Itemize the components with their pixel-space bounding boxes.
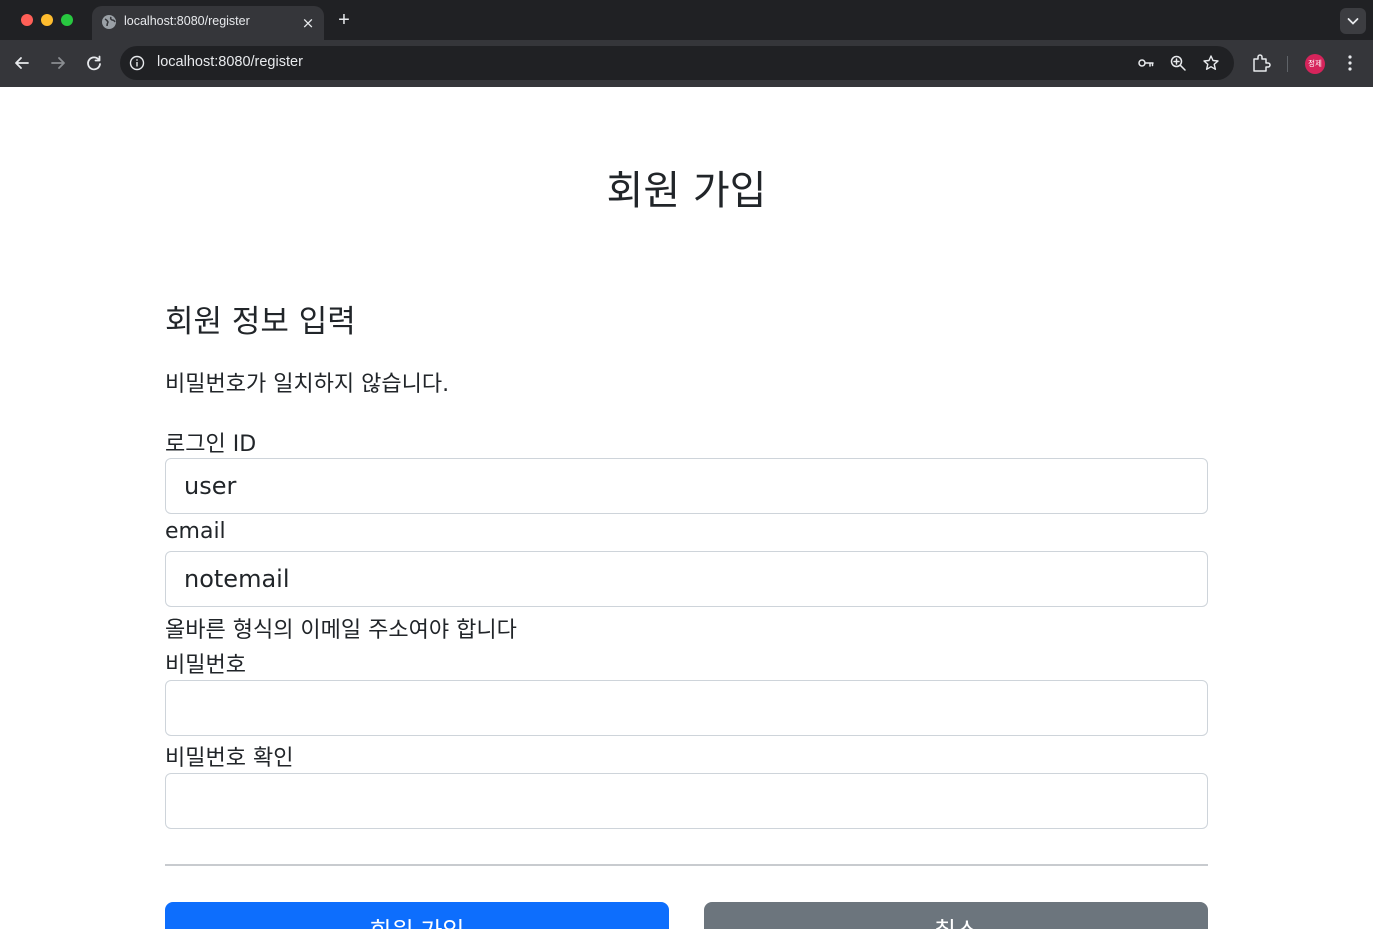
browser-tab[interactable]: localhost:8080/register × — [92, 6, 324, 40]
password-label: 비밀번호 — [165, 653, 246, 678]
extensions-puzzle-icon[interactable] — [1250, 52, 1272, 74]
cancel-button[interactable]: 취소 — [704, 902, 1208, 929]
browser-toolbar: localhost:8080/register 정제 — [0, 40, 1373, 87]
maximize-window-button[interactable] — [61, 14, 73, 26]
email-error-message: 올바른 형식의 이메일 주소여야 합니다 — [165, 618, 517, 643]
form-divider — [165, 864, 1208, 866]
password-confirm-label: 비밀번호 확인 — [165, 746, 294, 771]
password-input[interactable] — [165, 680, 1208, 736]
more-vertical-icon[interactable] — [1339, 52, 1361, 74]
reload-icon[interactable] — [81, 50, 107, 76]
tab-title: localhost:8080/register — [124, 14, 250, 28]
site-info-icon[interactable] — [129, 55, 145, 71]
bookmark-star-icon[interactable] — [1202, 54, 1220, 72]
url-text: localhost:8080/register — [157, 54, 303, 70]
back-arrow-icon[interactable] — [9, 50, 35, 76]
submit-register-button[interactable]: 회원 가입 — [165, 902, 669, 929]
toolbar-divider — [1287, 56, 1288, 72]
browser-tab-bar: localhost:8080/register × + — [0, 0, 1373, 40]
new-tab-button[interactable]: + — [334, 8, 354, 32]
email-input[interactable] — [165, 551, 1208, 607]
forward-arrow-icon[interactable] — [45, 50, 71, 76]
section-title: 회원 정보 입력 — [165, 304, 356, 340]
close-window-button[interactable] — [21, 14, 33, 26]
address-bar[interactable]: localhost:8080/register — [120, 46, 1234, 80]
email-label: email — [165, 519, 226, 544]
tab-search-button[interactable] — [1340, 8, 1366, 34]
globe-icon — [102, 15, 116, 29]
page-title: 회원 가입 — [606, 168, 767, 214]
close-tab-icon[interactable]: × — [300, 15, 316, 31]
login-id-label: 로그인 ID — [165, 432, 257, 457]
password-confirm-input[interactable] — [165, 773, 1208, 829]
zoom-icon[interactable] — [1169, 54, 1187, 72]
key-icon[interactable] — [1137, 54, 1155, 72]
global-error-message: 비밀번호가 일치하지 않습니다. — [165, 372, 450, 397]
profile-avatar[interactable]: 정제 — [1305, 54, 1325, 74]
minimize-window-button[interactable] — [41, 14, 53, 26]
login-id-input[interactable] — [165, 458, 1208, 514]
chevron-down-icon — [1347, 18, 1359, 25]
